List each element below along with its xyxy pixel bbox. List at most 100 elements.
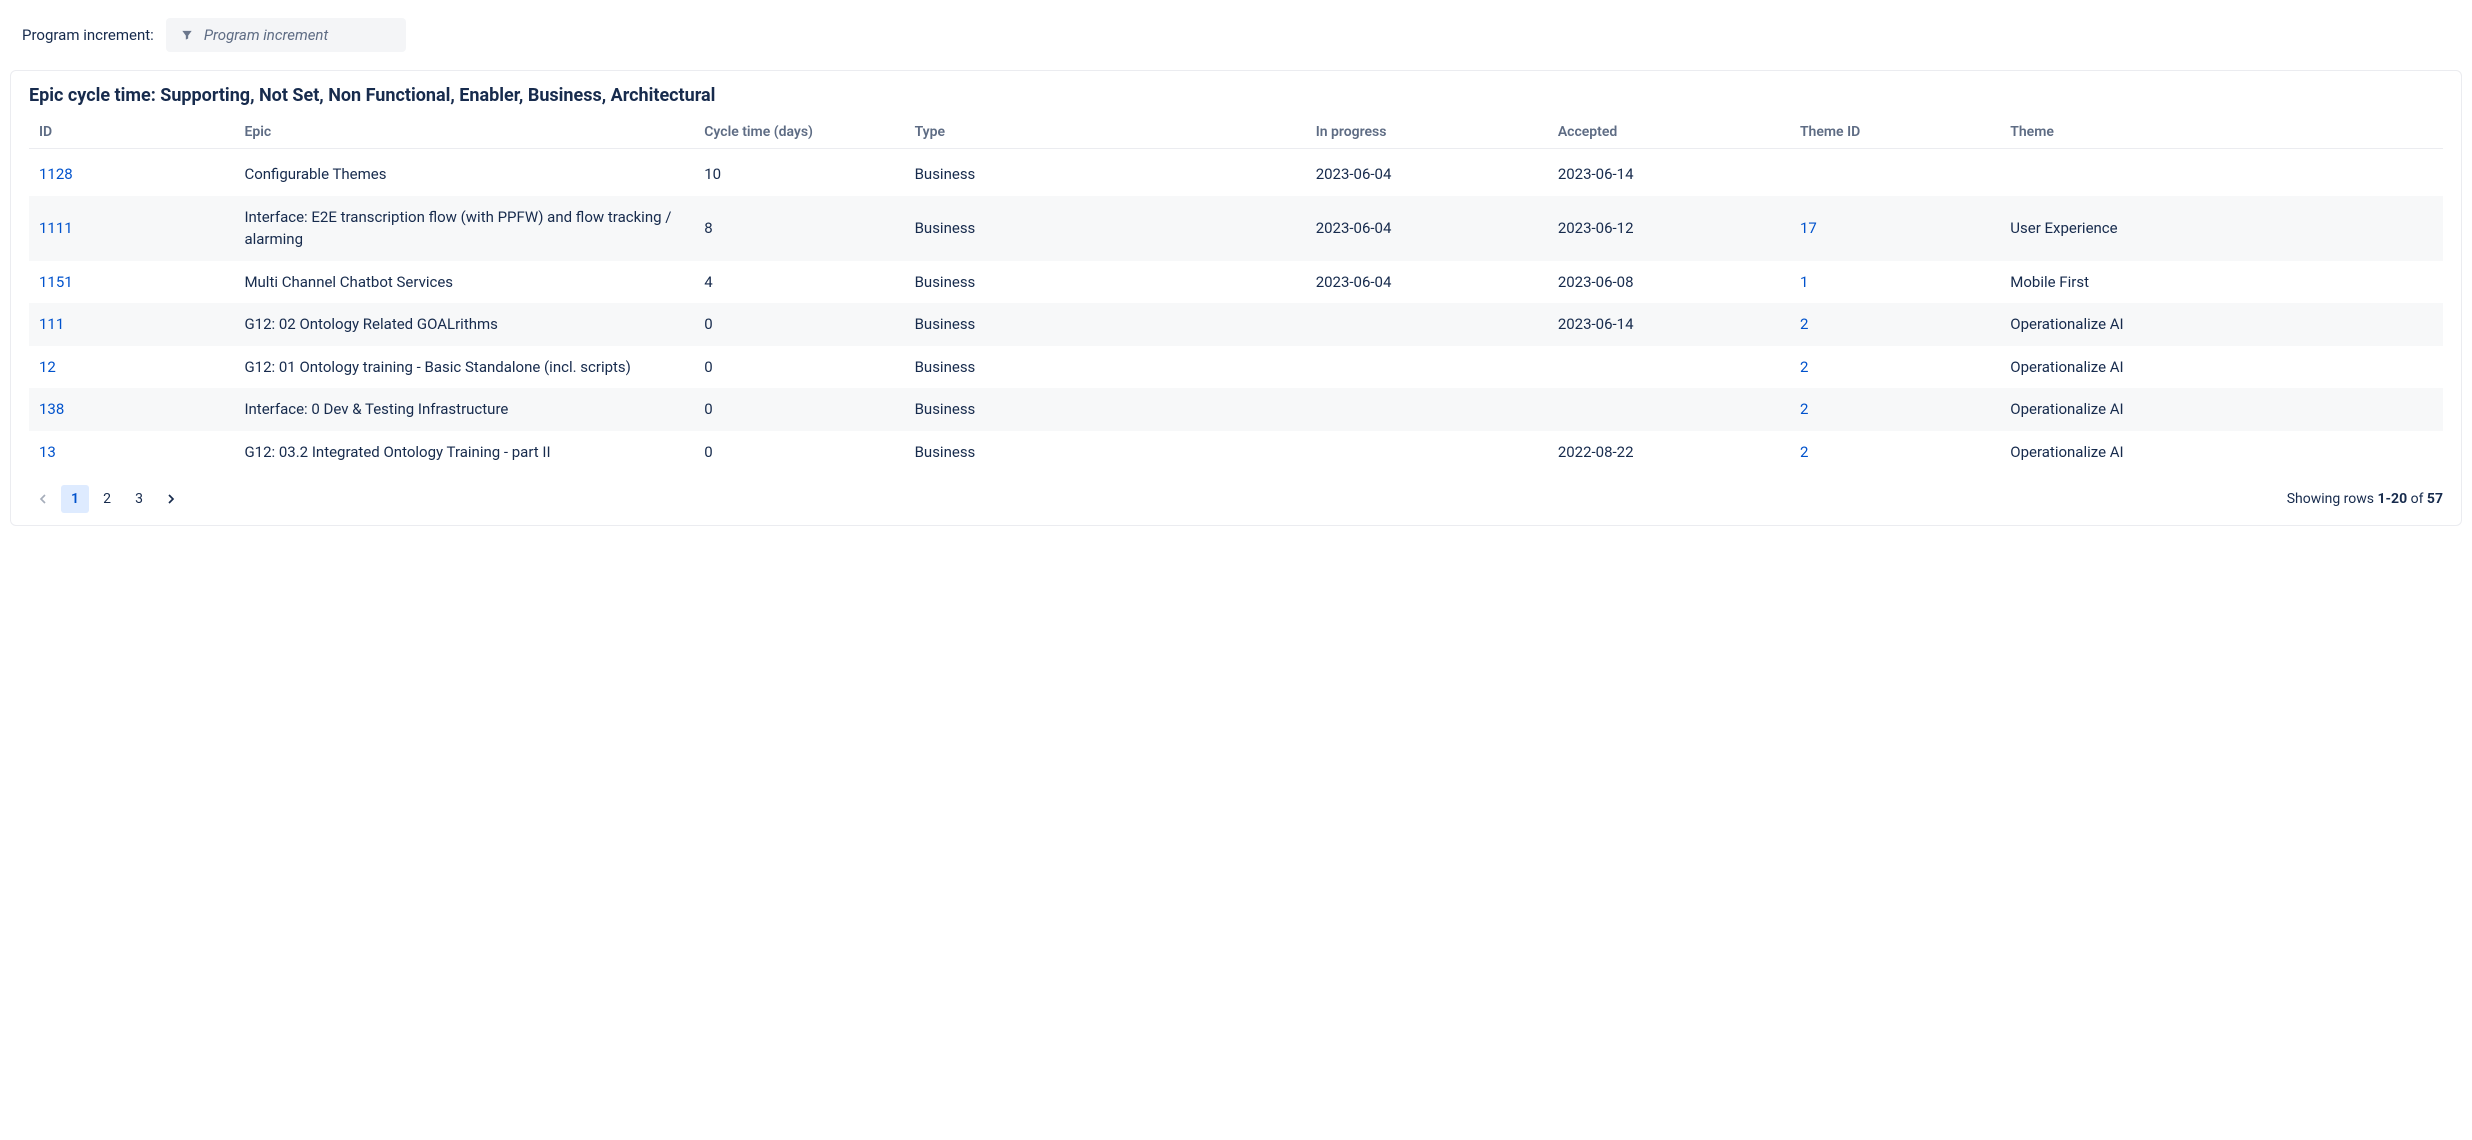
cell-theme: Operationalize AI <box>2000 388 2443 431</box>
table-row: 1111 Interface: E2E transcription flow (w… <box>29 196 2443 261</box>
table-row: 138 Interface: 0 Dev & Testing Infrastruc… <box>29 388 2443 431</box>
table-row: 1151 Multi Channel Chatbot Services4Busin… <box>29 261 2443 304</box>
cell-type: Business <box>905 303 1306 346</box>
cell-inprogress: 2023-06-04 <box>1306 149 1548 196</box>
table-footer: 123 Showing rows 1-20 of 57 <box>29 473 2443 513</box>
cell-id-link[interactable]: 12 <box>39 358 56 376</box>
cell-theme: User Experience <box>2000 196 2443 261</box>
cell-epic: Interface: E2E transcription flow (with … <box>234 196 694 261</box>
col-epic[interactable]: Epic <box>234 116 694 149</box>
cell-cycle: 8 <box>694 196 904 261</box>
cell-id-link[interactable]: 1151 <box>39 273 73 291</box>
cell-id-link: 12 <box>29 346 234 389</box>
cell-id-link: 13 <box>29 431 234 474</box>
table-header-row: ID Epic Cycle time (days) Type In progre… <box>29 116 2443 149</box>
chevron-left-icon <box>35 491 51 507</box>
table-row: 1128Configurable Themes10Business2023-06… <box>29 149 2443 196</box>
cell-type: Business <box>905 196 1306 261</box>
cell-id-link: 1128 <box>29 149 234 196</box>
page-button-1[interactable]: 1 <box>61 485 89 513</box>
col-themeid[interactable]: Theme ID <box>1790 116 2000 149</box>
table-row: 12G12: 01 Ontology training - Basic Stan… <box>29 346 2443 389</box>
cell-inprogress <box>1306 303 1548 346</box>
col-theme[interactable]: Theme <box>2000 116 2443 149</box>
page-button-3[interactable]: 3 <box>125 485 153 513</box>
cell-themeid-link: 2 <box>1790 303 2000 346</box>
cell-themeid-link[interactable]: 2 <box>1800 358 1808 376</box>
cell-themeid-link[interactable]: 1 <box>1800 273 1808 291</box>
next-page-button[interactable] <box>157 485 185 513</box>
cell-id-link: 138 <box>29 388 234 431</box>
cell-themeid-link[interactable]: 17 <box>1800 219 1817 237</box>
page-button-2[interactable]: 2 <box>93 485 121 513</box>
panel-title: Epic cycle time: Supporting, Not Set, No… <box>29 85 2443 106</box>
cell-cycle: 4 <box>694 261 904 304</box>
report-panel: Epic cycle time: Supporting, Not Set, No… <box>10 70 2462 526</box>
cell-id-link[interactable]: 13 <box>39 443 56 461</box>
cell-epic: G12: 02 Ontology Related GOALrithms <box>234 303 694 346</box>
cell-id-link[interactable]: 1128 <box>39 165 73 183</box>
cell-theme: Operationalize AI <box>2000 431 2443 474</box>
cell-theme: Mobile First <box>2000 261 2443 304</box>
cell-epic: Configurable Themes <box>234 149 694 196</box>
cell-accepted <box>1548 346 1790 389</box>
prev-page-button[interactable] <box>29 485 57 513</box>
cell-theme: Operationalize AI <box>2000 346 2443 389</box>
col-cycle[interactable]: Cycle time (days) <box>694 116 904 149</box>
cell-type: Business <box>905 261 1306 304</box>
cell-id-link[interactable]: 1111 <box>39 219 73 237</box>
col-accepted[interactable]: Accepted <box>1548 116 1790 149</box>
filter-bar: Program increment: Program increment <box>10 10 2462 70</box>
col-type[interactable]: Type <box>905 116 1306 149</box>
cell-themeid-link: 17 <box>1790 196 2000 261</box>
cell-cycle: 0 <box>694 388 904 431</box>
cell-epic: G12: 03.2 Integrated Ontology Training -… <box>234 431 694 474</box>
cell-inprogress <box>1306 346 1548 389</box>
cell-accepted: 2023-06-12 <box>1548 196 1790 261</box>
cell-type: Business <box>905 431 1306 474</box>
cell-themeid-link[interactable]: 2 <box>1800 315 1808 333</box>
cell-epic: Interface: 0 Dev & Testing Infrastructur… <box>234 388 694 431</box>
table-row: 13 G12: 03.2 Integrated Ontology Training… <box>29 431 2443 474</box>
col-inprogress[interactable]: In progress <box>1306 116 1548 149</box>
cell-inprogress <box>1306 388 1548 431</box>
cell-cycle: 0 <box>694 431 904 474</box>
col-id[interactable]: ID <box>29 116 234 149</box>
cell-type: Business <box>905 346 1306 389</box>
cell-themeid-link: 2 <box>1790 346 2000 389</box>
cell-accepted: 2023-06-14 <box>1548 149 1790 196</box>
epic-table: ID Epic Cycle time (days) Type In progre… <box>29 116 2443 473</box>
cell-themeid-link: 2 <box>1790 431 2000 474</box>
cell-cycle: 0 <box>694 303 904 346</box>
cell-cycle: 0 <box>694 346 904 389</box>
chevron-right-icon <box>163 491 179 507</box>
row-count: Showing rows 1-20 of 57 <box>2287 491 2443 507</box>
cell-themeid-link[interactable]: 2 <box>1800 400 1808 418</box>
cell-themeid-link <box>1790 149 2000 196</box>
table-row: 111 G12: 02 Ontology Related GOALrithms0B… <box>29 303 2443 346</box>
cell-type: Business <box>905 149 1306 196</box>
cell-id-link: 111 <box>29 303 234 346</box>
cell-accepted: 2023-06-08 <box>1548 261 1790 304</box>
cell-inprogress <box>1306 431 1548 474</box>
cell-themeid-link: 1 <box>1790 261 2000 304</box>
cell-inprogress: 2023-06-04 <box>1306 196 1548 261</box>
filter-icon <box>180 28 194 42</box>
cell-accepted: 2023-06-14 <box>1548 303 1790 346</box>
filter-label: Program increment: <box>22 26 154 44</box>
program-increment-filter[interactable]: Program increment <box>166 18 406 52</box>
cell-accepted: 2022-08-22 <box>1548 431 1790 474</box>
filter-placeholder: Program increment <box>204 26 328 44</box>
cell-type: Business <box>905 388 1306 431</box>
pagination: 123 <box>29 485 185 513</box>
cell-epic: Multi Channel Chatbot Services <box>234 261 694 304</box>
cell-id-link: 1151 <box>29 261 234 304</box>
cell-id-link: 1111 <box>29 196 234 261</box>
cell-theme <box>2000 149 2443 196</box>
cell-cycle: 10 <box>694 149 904 196</box>
cell-id-link[interactable]: 111 <box>39 315 64 333</box>
cell-themeid-link: 2 <box>1790 388 2000 431</box>
cell-themeid-link[interactable]: 2 <box>1800 443 1808 461</box>
cell-theme: Operationalize AI <box>2000 303 2443 346</box>
cell-id-link[interactable]: 138 <box>39 400 64 418</box>
